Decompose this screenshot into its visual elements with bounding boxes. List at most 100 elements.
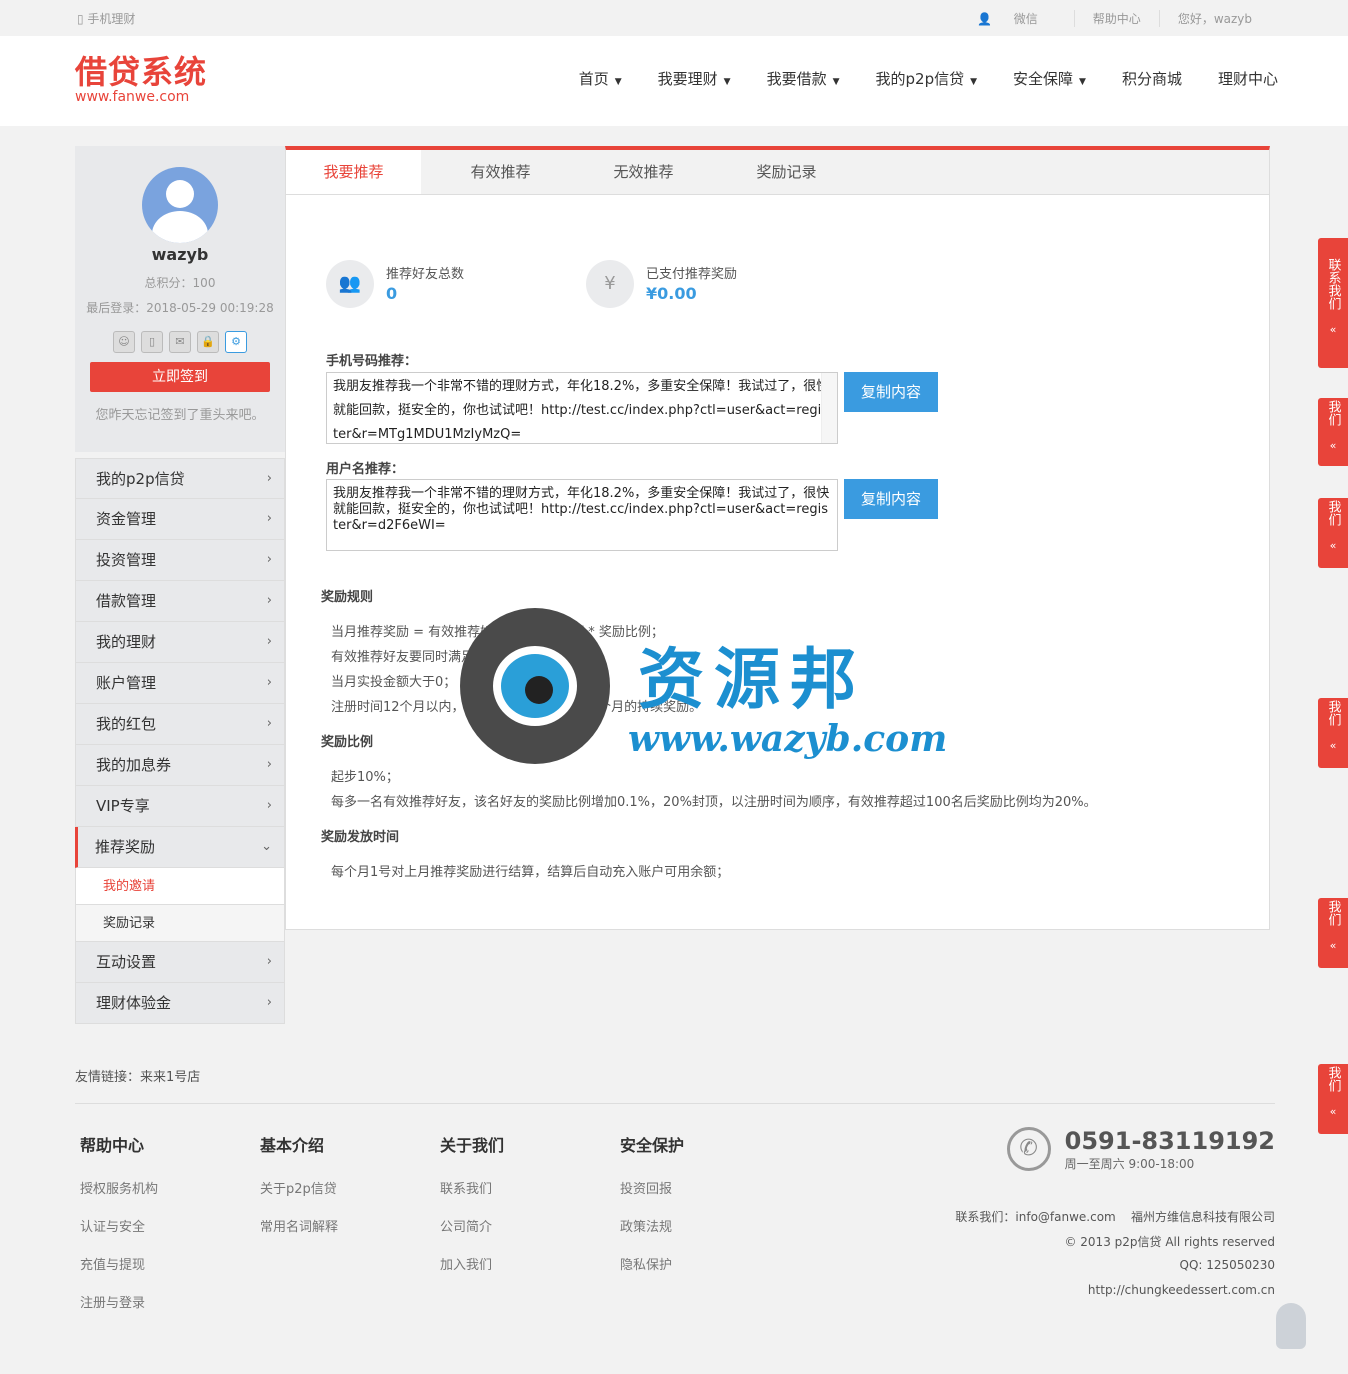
side-menu-label: 借款管理	[96, 592, 157, 610]
rules-title: 奖励规则	[321, 590, 374, 605]
side-menu-item[interactable]: 我的加息券 ›	[75, 745, 285, 786]
mobile-finance-label: 手机理财	[87, 12, 136, 26]
wechat-link[interactable]: 👤 微信	[959, 10, 1074, 27]
chevron-right-icon: ›	[266, 757, 272, 772]
tab-0[interactable]: 我要推荐	[286, 150, 421, 194]
footer-link[interactable]: 隐私保护	[620, 1254, 684, 1273]
nav-item-label: 首页	[578, 70, 609, 88]
footer-col-title: 关于我们	[440, 1136, 505, 1155]
nav-item[interactable]: 积分商城	[1122, 68, 1182, 89]
copy-user-button[interactable]: 复制内容	[844, 479, 938, 519]
side-menu-item[interactable]: VIP专享 ›	[75, 786, 285, 827]
wechat-label: 微信	[1013, 12, 1038, 26]
side-menu-item[interactable]: 理财体验金 ›	[75, 983, 285, 1024]
nav-item-label: 安全保障	[1013, 70, 1074, 88]
stat-paid: ¥ 已支付推荐奖励 ¥0.00	[586, 260, 846, 308]
help-link[interactable]: 帮助中心	[1073, 10, 1159, 27]
chevron-right-icon: ›	[266, 471, 272, 486]
payout-title: 奖励发放时间	[321, 830, 400, 845]
header: 借贷系统 www.fanwe.com 首页 ▼ 我要理财 ▼ 我要借款 ▼ 我的p2p信贷 ▼…	[0, 36, 1348, 126]
side-tab[interactable]: 我们 «	[1318, 498, 1348, 568]
watermark: 资源邦 www.wazyb.com	[460, 608, 947, 768]
avatar[interactable]	[142, 167, 218, 243]
user-ref-label: 用户名推荐：	[326, 462, 405, 477]
footer-col: 关于我们联系我们公司简介加入我们	[440, 1132, 504, 1292]
footer-link[interactable]: 公司简介	[440, 1216, 504, 1235]
logo[interactable]: 借贷系统 www.fanwe.com	[75, 54, 207, 104]
greeting[interactable]: 您好，wazyb	[1158, 10, 1270, 27]
nav-item[interactable]: 首页 ▼	[579, 68, 622, 89]
user-ref-textarea[interactable]: 我朋友推荐我一个非常不错的理财方式，年化18.2%，多重安全保障！我试过了，很快…	[326, 479, 838, 551]
side-menu-item[interactable]: 我的p2p信贷 ›	[75, 458, 285, 499]
verify-icons: ☺ ▯ ✉ 🔒 ⚙	[113, 331, 253, 353]
side-menu-label: 我的理财	[96, 633, 157, 651]
user-points: 总积分：100	[144, 276, 216, 290]
friend-links[interactable]: 友情链接：来来1号店	[75, 1066, 200, 1085]
footer-link[interactable]: 授权服务机构	[80, 1178, 158, 1197]
friends-value: 0	[386, 284, 398, 303]
side-menu-item[interactable]: 互动设置 ›	[75, 942, 285, 983]
paid-label: 已支付推荐奖励	[646, 267, 738, 282]
side-tab[interactable]: 我们 «	[1318, 1064, 1348, 1134]
mobile-finance-link[interactable]: ▯ 手机理财	[77, 10, 135, 27]
footer-link[interactable]: 充值与提现	[80, 1254, 158, 1273]
phone-icon: ✆	[1006, 1127, 1051, 1171]
nav-item[interactable]: 我的p2p信贷 ▼	[876, 68, 978, 89]
side-tab[interactable]: 我们 «	[1318, 398, 1348, 466]
caret-down-icon: ▼	[1079, 77, 1086, 87]
tab-2[interactable]: 无效推荐	[572, 150, 715, 194]
tab-1[interactable]: 有效推荐	[429, 150, 572, 194]
nav-item[interactable]: 我要理财 ▼	[658, 68, 731, 89]
side-menu-item[interactable]: 我的理财 ›	[75, 622, 285, 663]
chevron-right-icon: ›	[266, 593, 272, 608]
footer-link[interactable]: 加入我们	[440, 1254, 504, 1273]
side-menu-item[interactable]: 借款管理 ›	[75, 581, 285, 622]
side-menu-label: 我的加息券	[96, 756, 172, 774]
money-bag-icon: ¥	[586, 260, 634, 308]
footer-link[interactable]: 认证与安全	[80, 1216, 158, 1235]
id-verify-icon[interactable]: ☺	[113, 331, 135, 353]
caret-down-icon: ▼	[970, 77, 978, 87]
phone-ref-textarea[interactable]: 我朋友推荐我一个非常不错的理财方式，年化18.2%，多重安全保障！我试过了，很快…	[326, 372, 838, 444]
email-verify-icon[interactable]: ✉	[169, 331, 191, 353]
rtab-label: 我们	[1325, 700, 1341, 726]
rtab-label: 我们	[1325, 900, 1341, 926]
footer-link[interactable]: 政策法规	[620, 1216, 684, 1235]
caret-down-icon: ▼	[723, 77, 731, 87]
side-menu-item[interactable]: 投资管理 ›	[75, 540, 285, 581]
side-menu-item[interactable]: 我的红包 ›	[75, 704, 285, 745]
footer-link[interactable]: 联系我们	[440, 1178, 504, 1197]
textarea-scrollbar[interactable]	[821, 373, 837, 443]
side-menu-label: 我的红包	[96, 715, 157, 733]
footer-link[interactable]: 常用名词解释	[260, 1216, 338, 1235]
lock-verify-icon[interactable]: 🔒	[197, 331, 219, 353]
footer-link[interactable]: 注册与登录	[80, 1292, 158, 1311]
side-tab[interactable]: 我们 «	[1318, 898, 1348, 968]
back-to-top-rocket-icon[interactable]	[1276, 1303, 1306, 1349]
tab-3[interactable]: 奖励记录	[715, 150, 858, 194]
copy-phone-button[interactable]: 复制内容	[844, 372, 938, 412]
side-tab[interactable]: 我们 «	[1318, 698, 1348, 768]
nav-item[interactable]: 理财中心	[1218, 68, 1278, 89]
footer-link[interactable]: 投资回报	[620, 1178, 684, 1197]
chevron-left-icon: «	[1329, 539, 1337, 552]
main-nav: 首页 ▼ 我要理财 ▼ 我要借款 ▼ 我的p2p信贷 ▼ 安全保障 ▼ 积分商城 理财中心	[557, 68, 1278, 89]
nav-item[interactable]: 安全保障 ▼	[1013, 68, 1086, 89]
phone-verify-icon[interactable]: ▯	[141, 331, 163, 353]
chevron-left-icon: «	[1329, 939, 1337, 952]
side-submenu-item[interactable]: 我的邀请	[75, 868, 285, 905]
nav-item[interactable]: 我要借款 ▼	[767, 68, 840, 89]
sign-in-button[interactable]: 立即签到	[90, 362, 270, 392]
settings-icon[interactable]: ⚙	[225, 331, 247, 353]
sign-tip: 您昨天忘记签到了重头来吧。	[95, 408, 265, 423]
footer-divider	[75, 1103, 1275, 1104]
logo-en: www.fanwe.com	[75, 89, 190, 105]
footer-contact: 联系我们：info@fanwe.com 福州方维信息科技有限公司	[955, 1210, 1275, 1224]
side-menu-item[interactable]: 账户管理 ›	[75, 663, 285, 704]
side-menu-item[interactable]: 资金管理 ›	[75, 499, 285, 540]
footer-link[interactable]: 关于p2p信贷	[260, 1178, 338, 1197]
side-submenu-item[interactable]: 奖励记录	[75, 905, 285, 942]
contact-us-tab[interactable]: 联系我们 «	[1318, 238, 1348, 368]
side-menu-item[interactable]: 推荐奖励 ⌄	[75, 827, 285, 868]
phone-ref-label: 手机号码推荐：	[326, 354, 418, 369]
